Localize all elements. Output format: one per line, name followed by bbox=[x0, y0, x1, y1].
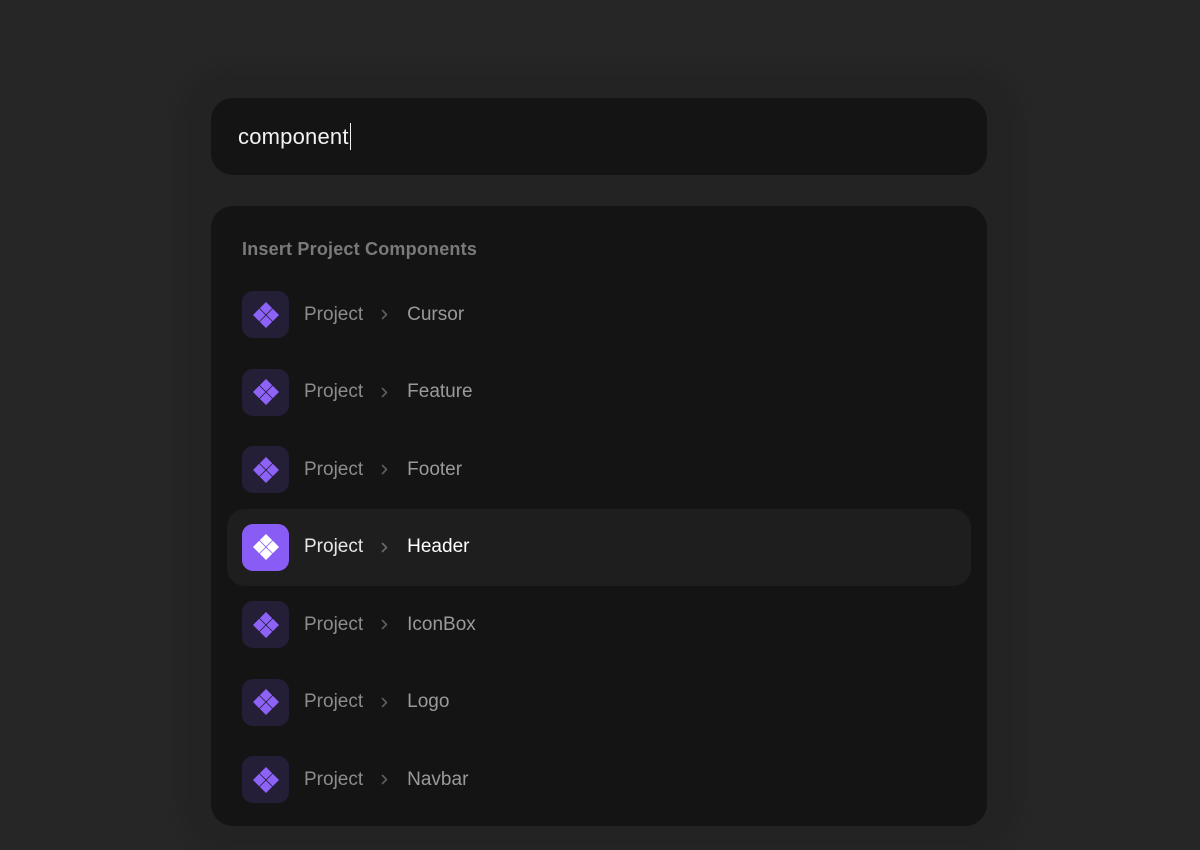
breadcrumb-parent: Project bbox=[304, 536, 364, 558]
result-item-footer[interactable]: Project Footer bbox=[227, 431, 971, 509]
component-name: Header bbox=[407, 536, 470, 558]
result-item-logo[interactable]: Project Logo bbox=[227, 664, 971, 742]
breadcrumb-parent: Project bbox=[304, 458, 364, 480]
component-icon bbox=[242, 601, 289, 649]
text-caret bbox=[349, 123, 352, 150]
chevron-right-icon bbox=[379, 542, 390, 553]
result-list: Project Cursor Project Feature Project F… bbox=[227, 276, 971, 819]
chevron-right-icon bbox=[379, 619, 390, 630]
result-item-navbar[interactable]: Project Navbar bbox=[227, 741, 971, 819]
component-name: Cursor bbox=[407, 303, 465, 325]
chevron-right-icon bbox=[379, 464, 390, 475]
component-name: Logo bbox=[407, 691, 450, 713]
search-bar[interactable]: component bbox=[211, 98, 987, 175]
chevron-right-icon bbox=[379, 774, 390, 785]
component-icon bbox=[242, 756, 289, 804]
component-icon bbox=[242, 368, 289, 416]
component-icon bbox=[242, 678, 289, 726]
chevron-right-icon bbox=[379, 697, 390, 708]
component-name: IconBox bbox=[407, 613, 476, 635]
breadcrumb-parent: Project bbox=[304, 768, 364, 790]
component-icon bbox=[242, 446, 289, 494]
component-name: Navbar bbox=[407, 768, 469, 790]
section-heading: Insert Project Components bbox=[242, 239, 478, 259]
chevron-right-icon bbox=[379, 309, 390, 320]
breadcrumb-parent: Project bbox=[304, 381, 364, 403]
result-item-iconbox[interactable]: Project IconBox bbox=[227, 586, 971, 664]
result-item-feature[interactable]: Project Feature bbox=[227, 354, 971, 432]
result-item-header[interactable]: Project Header bbox=[227, 508, 971, 586]
component-name: Footer bbox=[407, 458, 463, 480]
chevron-right-icon bbox=[379, 387, 390, 398]
results-panel: Insert Project Components Project Cursor bbox=[211, 206, 987, 826]
component-icon bbox=[242, 291, 289, 339]
breadcrumb-parent: Project bbox=[304, 303, 364, 325]
component-icon bbox=[242, 523, 289, 571]
breadcrumb-parent: Project bbox=[304, 691, 364, 713]
result-item-cursor[interactable]: Project Cursor bbox=[227, 276, 971, 354]
component-name: Feature bbox=[407, 381, 473, 403]
breadcrumb-parent: Project bbox=[304, 613, 364, 635]
search-input[interactable]: component bbox=[238, 124, 349, 150]
